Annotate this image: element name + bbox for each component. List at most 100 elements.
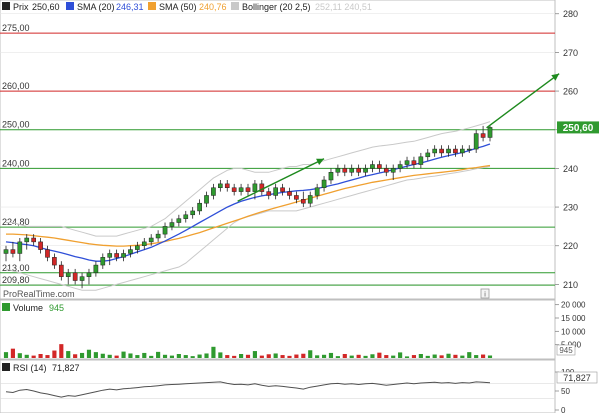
candle-body xyxy=(52,257,57,266)
volume-bar xyxy=(356,354,361,358)
volume-bar xyxy=(301,353,306,358)
volume-bar xyxy=(474,355,479,358)
candle-body xyxy=(356,168,361,173)
volume-bar xyxy=(315,355,320,358)
rsi-tick-label: 50 xyxy=(561,387,570,396)
candle-body xyxy=(480,133,486,138)
volume-bar xyxy=(404,356,410,358)
candle-body xyxy=(370,164,375,169)
volume-tick-label: 15 000 xyxy=(561,314,586,323)
volume-bar xyxy=(266,354,271,358)
candle-body xyxy=(473,133,479,150)
volume-bar xyxy=(31,355,36,358)
sma20-legend-label: SMA (20) xyxy=(77,2,115,12)
candle-body xyxy=(404,160,410,165)
volume-bar xyxy=(45,355,50,358)
candle-body xyxy=(432,148,438,154)
watermark: ProRealTime.com xyxy=(3,289,75,299)
candle-body xyxy=(418,156,424,165)
volume-bar xyxy=(232,355,237,358)
candle-body xyxy=(135,245,140,250)
volume-bar xyxy=(156,351,161,358)
volume-bar xyxy=(432,354,437,358)
current-price-label: 250,60 xyxy=(563,123,594,134)
volume-bar xyxy=(93,352,98,358)
volume-bar xyxy=(66,351,71,358)
price-legend-label: Prix xyxy=(13,2,29,12)
candle-body xyxy=(425,152,431,158)
candle-body xyxy=(300,199,306,204)
price-tick-label: 220 xyxy=(563,241,578,251)
candle-body xyxy=(266,191,272,196)
volume-bar xyxy=(391,355,396,358)
volume-bar xyxy=(308,350,313,358)
candle-body xyxy=(307,195,313,204)
volume-bar xyxy=(398,352,403,358)
volume-bar xyxy=(259,355,264,358)
bollinger-swatch xyxy=(231,2,239,10)
volume-bar xyxy=(225,355,230,358)
candle-body xyxy=(17,241,23,254)
volume-panel-frame xyxy=(0,299,556,360)
candle-body xyxy=(397,164,403,169)
chart-canvas: 275,00260,00250,00240,00224,80213,00209,… xyxy=(0,0,599,415)
candle-body xyxy=(245,187,251,192)
candle-body xyxy=(390,168,396,173)
level-label: 209,80 xyxy=(2,275,30,285)
volume-bar xyxy=(100,353,105,358)
candle-body xyxy=(342,168,348,173)
volume-bar xyxy=(204,353,209,358)
candle-body xyxy=(252,183,258,192)
price-tick-label: 240 xyxy=(563,164,578,174)
volume-bar xyxy=(384,355,389,358)
price-tick-label: 210 xyxy=(563,280,578,290)
bollinger-legend-value: 252,11 240,51 xyxy=(315,2,372,12)
volume-bar xyxy=(3,352,9,358)
rsi-legend-label: RSI (14) xyxy=(13,363,47,373)
price-tick-label: 230 xyxy=(563,203,578,213)
volume-bar xyxy=(363,355,368,358)
candle-body xyxy=(466,148,472,151)
price-legend: Prix 250,60 SMA (20) 246,31 SMA (50) 240… xyxy=(2,2,372,12)
candle-body xyxy=(328,172,334,181)
candle-body xyxy=(487,127,493,138)
candle-body xyxy=(460,148,465,154)
volume-bar xyxy=(142,352,147,358)
volume-bar xyxy=(149,355,154,358)
volume-bar xyxy=(425,355,430,358)
rsi-swatch xyxy=(2,363,10,371)
candle-body xyxy=(183,214,189,219)
candle-body xyxy=(24,237,30,243)
volume-bar xyxy=(10,348,15,358)
volume-bar xyxy=(79,352,85,358)
price-tick-label: 280 xyxy=(563,9,578,19)
candle-body xyxy=(107,253,113,258)
candle-body xyxy=(218,183,223,188)
candle-body xyxy=(287,191,292,196)
candle-body xyxy=(190,210,196,216)
volume-bar xyxy=(335,356,340,358)
volume-bar xyxy=(107,354,112,358)
price-tick-label: 270 xyxy=(563,48,578,58)
volume-bar xyxy=(294,354,299,358)
sma20-legend-value: 246,31 xyxy=(116,2,144,12)
candle-body xyxy=(176,218,182,223)
volume-bar xyxy=(280,355,285,358)
candle-body xyxy=(197,202,202,212)
candle-body xyxy=(65,272,71,277)
candle-body xyxy=(446,148,451,154)
candle-body xyxy=(453,148,458,154)
volume-bar xyxy=(321,354,327,358)
volume-bar xyxy=(135,355,140,358)
candle-body xyxy=(72,272,78,281)
level-label: 275,00 xyxy=(2,23,30,33)
volume-bar xyxy=(446,353,451,358)
candle-body xyxy=(383,168,389,173)
volume-legend-label: Volume xyxy=(13,303,43,313)
candle-body xyxy=(321,179,327,188)
volume-bar xyxy=(487,355,493,358)
volume-bar xyxy=(273,353,278,358)
volume-bar xyxy=(86,349,92,358)
rsi-panel-frame xyxy=(0,359,556,414)
volume-bar xyxy=(287,355,292,358)
